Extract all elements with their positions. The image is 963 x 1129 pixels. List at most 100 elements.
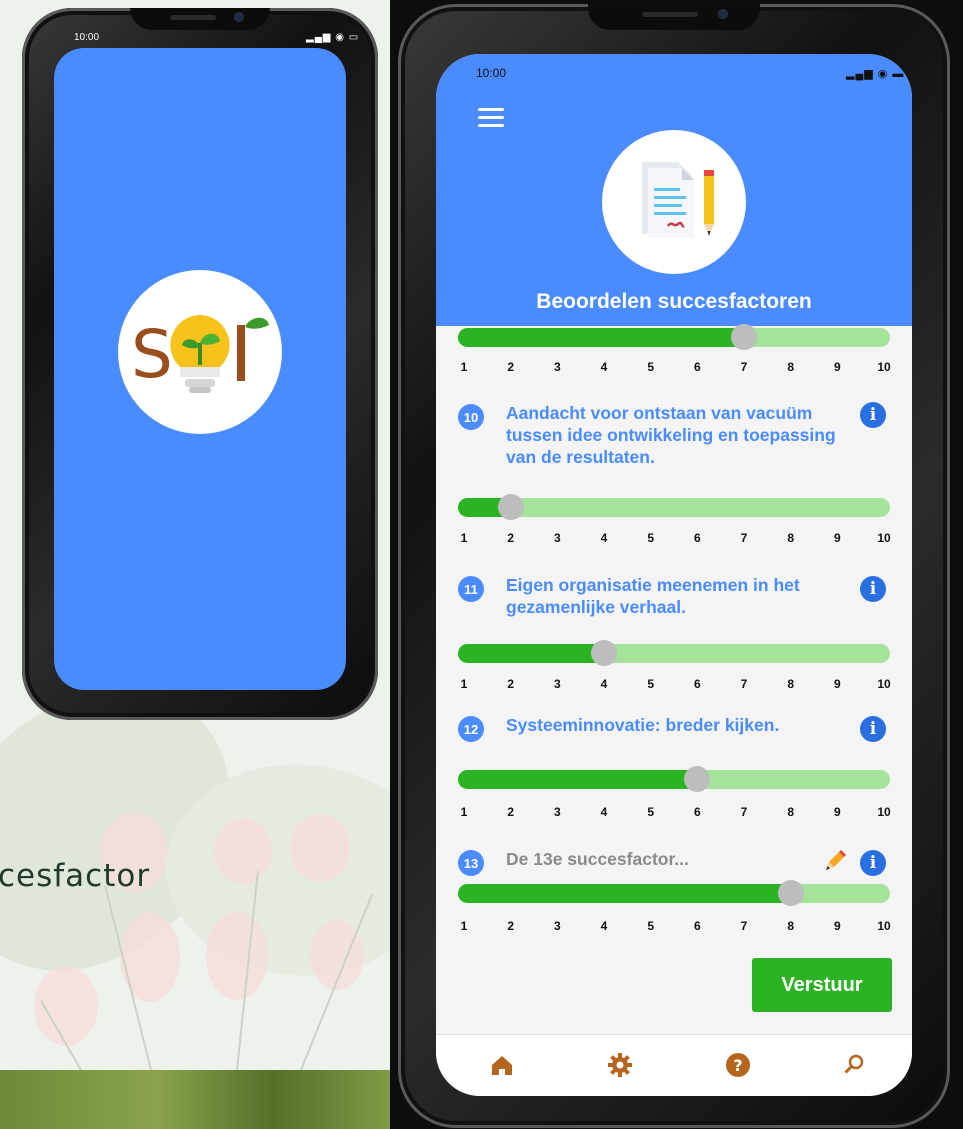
svg-text:S: S — [131, 316, 173, 393]
scale-label: 4 — [600, 805, 608, 819]
info-icon[interactable]: i — [860, 850, 886, 876]
scale-label: 2 — [507, 805, 514, 819]
svg-text:?: ? — [733, 1056, 742, 1075]
slider-fill — [458, 770, 698, 789]
scale-label: 4 — [600, 919, 608, 933]
scale-labels: 1 2 3 4 5 6 7 8 9 10 — [458, 805, 891, 821]
scale-label: 8 — [787, 531, 794, 545]
scale-label: 5 — [647, 531, 654, 545]
scale-label: 2 — [507, 360, 514, 374]
scale-label: 3 — [553, 919, 561, 933]
pencil-icon[interactable] — [820, 848, 848, 876]
question-number-badge: 13 — [458, 850, 484, 876]
bottom-nav: ? — [436, 1034, 912, 1096]
scale-label: 7 — [740, 531, 748, 545]
info-icon[interactable]: i — [860, 402, 886, 428]
status-time: 10:00 — [476, 66, 507, 80]
scale-label: 10 — [877, 677, 891, 691]
search-icon[interactable] — [838, 1049, 870, 1081]
scale-label: 3 — [553, 531, 561, 545]
scale-label: 7 — [740, 360, 748, 374]
scale-label: 10 — [877, 360, 891, 374]
question-number-badge: 10 — [458, 404, 484, 430]
gear-icon[interactable] — [604, 1049, 636, 1081]
slider-track[interactable] — [458, 328, 890, 347]
question-number-badge: 11 — [458, 576, 484, 602]
status-icons: ▂▄▆ ◉ ▬ — [846, 68, 905, 80]
scale-label: 9 — [833, 360, 841, 374]
page-title: Beoordelen succesfactoren — [536, 290, 812, 313]
scale-label: 1 — [460, 805, 468, 819]
scale-label: 6 — [693, 919, 701, 933]
scale-label: 3 — [553, 677, 561, 691]
scale-label: 3 — [553, 805, 561, 819]
help-icon[interactable]: ? — [722, 1049, 754, 1081]
scale-label: 6 — [693, 677, 701, 691]
home-icon[interactable] — [486, 1049, 518, 1081]
scale-label: 5 — [647, 919, 654, 933]
scale-label: 6 — [693, 360, 701, 374]
slider-fill — [458, 884, 791, 903]
splash-phone: 10:00 ▂▄▆ ◉ ▭ S — [22, 8, 378, 720]
info-icon[interactable]: i — [860, 716, 886, 742]
scale-label: 10 — [877, 919, 891, 933]
scale-label: 7 — [740, 805, 748, 819]
scale-label: 5 — [647, 677, 654, 691]
app-header: 10:00 ▂▄▆ ◉ ▬ Beoordelen succesfactoren — [436, 54, 912, 326]
slider-fill — [458, 328, 744, 347]
scale-label: 8 — [787, 360, 794, 374]
scale-label: 6 — [693, 805, 701, 819]
status-icons: ▂▄▆ ◉ ▭ — [306, 32, 360, 43]
slider-thumb[interactable] — [497, 494, 524, 520]
header-icon-circle — [602, 130, 746, 274]
scale-label: 4 — [600, 360, 608, 374]
scale-label: 2 — [507, 919, 514, 933]
scale-label: 9 — [833, 919, 841, 933]
scale-labels: 1 2 3 4 5 6 7 8 9 10 — [458, 360, 891, 376]
scale-label: 1 — [460, 677, 468, 691]
slider-thumb[interactable] — [777, 880, 804, 906]
custom-factor-input[interactable]: De 13e succesfactor... — [506, 848, 806, 870]
hamburger-menu-icon[interactable] — [478, 108, 504, 132]
scale-labels: 1 2 3 4 5 6 7 8 9 10 — [458, 919, 891, 935]
scale-label: 3 — [553, 360, 561, 374]
scale-label: 4 — [600, 677, 608, 691]
info-icon[interactable]: i — [860, 576, 886, 602]
lightbulb-sprout-icon: S — [131, 315, 269, 393]
splash-screen: S — [54, 48, 346, 690]
question-text: Eigen organisatie meenemen in het gezame… — [506, 575, 800, 617]
slider-thumb[interactable] — [731, 324, 757, 350]
status-time: 10:00 — [74, 32, 100, 43]
scale-label: 1 — [460, 531, 468, 545]
scale-label: 10 — [877, 805, 891, 819]
scale-labels: 1 2 3 4 5 6 7 8 9 10 — [458, 677, 891, 693]
scale-label: 9 — [833, 677, 841, 691]
background-foliage — [0, 1070, 390, 1129]
scale-label: 2 — [507, 531, 514, 545]
scale-label: 1 — [460, 360, 468, 374]
scale-label: 1 — [460, 919, 468, 933]
scale-label: 8 — [787, 919, 794, 933]
scale-label: 6 — [693, 531, 701, 545]
question-text: Systeeminnovatie: breder kijken. — [506, 715, 780, 735]
slider-thumb[interactable] — [591, 640, 617, 666]
scale-label: 7 — [740, 919, 748, 933]
scale-label: 10 — [877, 531, 891, 545]
scale-label: 2 — [507, 677, 514, 691]
scale-label: 8 — [787, 805, 794, 819]
background-caption: cesfactor — [0, 858, 151, 894]
scale-label: 8 — [787, 677, 794, 691]
app-logo: S — [118, 270, 282, 434]
scale-labels: 1 2 3 4 5 6 7 8 9 10 — [458, 531, 891, 547]
scale-label: 4 — [600, 531, 608, 545]
app-phone: 10:00 ▂▄▆ ◉ ▬ Beoordelen succesfactoren … — [398, 4, 950, 1128]
slider-track[interactable] — [458, 884, 890, 903]
question-number-badge: 12 — [458, 716, 484, 742]
phone-notch — [588, 4, 760, 30]
slider-track[interactable] — [458, 644, 890, 663]
scale-label: 5 — [647, 360, 654, 374]
send-button[interactable]: Verstuur — [752, 958, 892, 1012]
slider-track[interactable] — [458, 770, 890, 789]
scale-label: 5 — [647, 805, 654, 819]
slider-fill — [458, 644, 604, 663]
